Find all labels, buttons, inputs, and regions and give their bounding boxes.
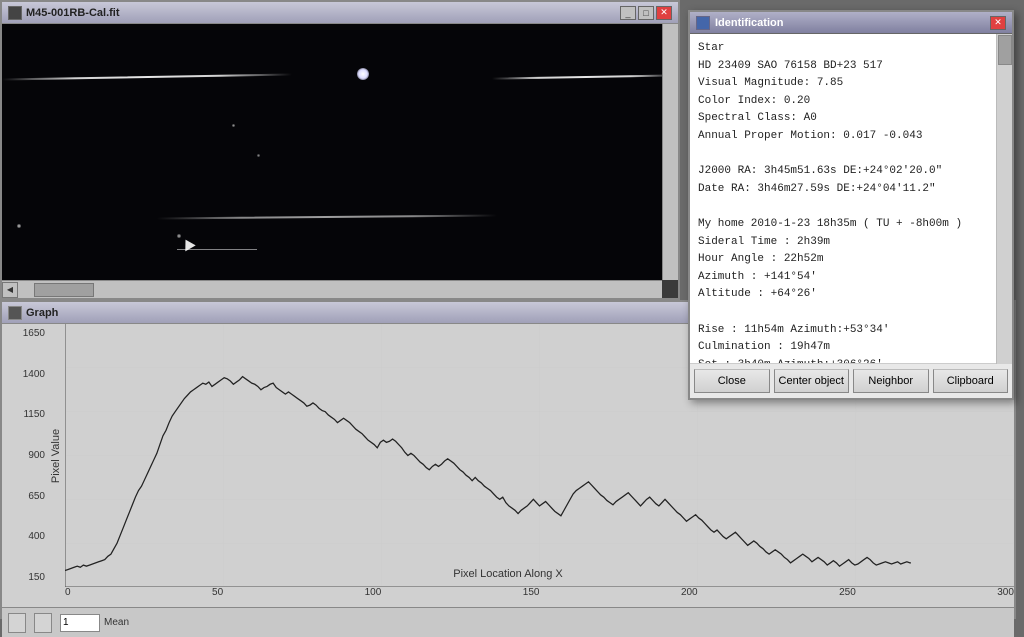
pixel-profile-line bbox=[65, 377, 911, 571]
graph-icon bbox=[8, 306, 22, 320]
scroll-thumb-horizontal[interactable] bbox=[34, 283, 94, 297]
star-small-4 bbox=[257, 154, 260, 157]
id-color-index: Color Index: 0.20 bbox=[698, 93, 1004, 111]
scrollbar-vertical[interactable] bbox=[662, 24, 678, 280]
scrollbar-horizontal[interactable]: ◀ bbox=[2, 280, 662, 298]
image-area bbox=[2, 24, 678, 280]
x-tick-50: 50 bbox=[212, 587, 223, 605]
star-small-3 bbox=[232, 124, 235, 127]
window-controls: _ □ ✕ bbox=[620, 6, 672, 20]
id-visual-magnitude: Visual Magnitude: 7.85 bbox=[698, 75, 1004, 93]
id-sideral-time: Sideral Time : 2h39m bbox=[698, 234, 1004, 252]
id-azimuth: Azimuth : +141°54' bbox=[698, 269, 1004, 287]
x-tick-300: 300 bbox=[997, 587, 1014, 605]
footer-btn-2[interactable] bbox=[34, 613, 52, 633]
id-type: Star bbox=[698, 40, 1004, 58]
y-tick-900: 900 bbox=[28, 450, 45, 461]
maximize-button[interactable]: □ bbox=[638, 6, 654, 20]
x-tick-150: 150 bbox=[523, 587, 540, 605]
id-controls: ✕ bbox=[990, 16, 1006, 30]
star-field bbox=[2, 24, 678, 280]
neighbor-button[interactable]: Neighbor bbox=[853, 369, 929, 393]
x-tick-100: 100 bbox=[365, 587, 382, 605]
id-icon bbox=[696, 16, 710, 30]
x-tick-250: 250 bbox=[839, 587, 856, 605]
id-date-ra: Date RA: 3h46m27.59s DE:+24°04'11.2" bbox=[698, 181, 1004, 199]
identification-window: Identification ✕ Star HD 23409 SAO 76158… bbox=[688, 10, 1014, 400]
id-scroll-thumb[interactable] bbox=[998, 35, 1012, 65]
id-body: Star HD 23409 SAO 76158 BD+23 517 Visual… bbox=[690, 34, 1012, 364]
id-rise: Rise : 11h54m Azimuth:+53°34' bbox=[698, 322, 1004, 340]
clipboard-button[interactable]: Clipboard bbox=[933, 369, 1009, 393]
mean-control: Mean bbox=[60, 614, 129, 632]
footer-btn-1[interactable] bbox=[8, 613, 26, 633]
y-axis-ticks: 1650 1400 1150 900 650 400 150 bbox=[2, 324, 47, 587]
streak-3 bbox=[157, 215, 497, 220]
minimize-button[interactable]: _ bbox=[620, 6, 636, 20]
id-button-row: Close Center object Neighbor Clipboard bbox=[690, 364, 1012, 398]
x-tick-0: 0 bbox=[65, 587, 71, 605]
y-axis-label-container: Pixel Value bbox=[47, 324, 65, 587]
scroll-left-btn[interactable]: ◀ bbox=[2, 282, 18, 298]
id-altitude: Altitude : +64°26' bbox=[698, 286, 1004, 304]
center-object-button[interactable]: Center object bbox=[774, 369, 850, 393]
star-small-2 bbox=[177, 234, 181, 238]
y-tick-400: 400 bbox=[28, 531, 45, 542]
close-button[interactable]: ✕ bbox=[656, 6, 672, 20]
star-small-1 bbox=[17, 224, 21, 228]
y-tick-1150: 1150 bbox=[23, 409, 45, 420]
id-home-date: My home 2010-1-23 18h35m ( TU + -8h00m ) bbox=[698, 216, 1004, 234]
id-set: Set : 3h40m Azimuth:+306°26' bbox=[698, 357, 1004, 364]
y-axis-label: Pixel Value bbox=[50, 428, 62, 482]
mean-input[interactable] bbox=[60, 614, 100, 632]
id-hour-angle: Hour Angle : 22h52m bbox=[698, 251, 1004, 269]
x-axis-ticks: 0 50 100 150 200 250 300 bbox=[65, 587, 1014, 607]
id-scrollbar[interactable] bbox=[996, 34, 1012, 364]
y-tick-1400: 1400 bbox=[23, 369, 45, 380]
x-tick-200: 200 bbox=[681, 587, 698, 605]
main-image-window: M45-001RB-Cal.fit _ □ ✕ ◀ bbox=[0, 0, 680, 300]
id-proper-motion: Annual Proper Motion: 0.017 -0.043 bbox=[698, 128, 1004, 146]
title-icon bbox=[8, 6, 22, 20]
y-tick-650: 650 bbox=[28, 491, 45, 502]
main-title: M45-001RB-Cal.fit bbox=[26, 7, 620, 19]
id-titlebar: Identification ✕ bbox=[690, 12, 1012, 34]
id-title: Identification bbox=[715, 12, 990, 34]
streak-2 bbox=[492, 74, 677, 79]
id-catalog: HD 23409 SAO 76158 BD+23 517 bbox=[698, 58, 1004, 76]
x-axis-label: Pixel Location Along X bbox=[0, 568, 1016, 580]
bright-star bbox=[357, 68, 369, 80]
main-titlebar: M45-001RB-Cal.fit _ □ ✕ bbox=[2, 2, 678, 24]
id-j2000-ra: J2000 RA: 3h45m51.63s DE:+24°02'20.0" bbox=[698, 163, 1004, 181]
graph-footer: Mean bbox=[2, 607, 1014, 637]
streak-1 bbox=[2, 73, 292, 80]
id-content-area: Star HD 23409 SAO 76158 BD+23 517 Visual… bbox=[690, 34, 1012, 364]
crosshair-horizontal bbox=[177, 249, 257, 250]
id-spectral-class: Spectral Class: A0 bbox=[698, 110, 1004, 128]
id-close-btn[interactable]: ✕ bbox=[990, 16, 1006, 30]
y-tick-1650: 1650 bbox=[23, 328, 45, 339]
close-id-button[interactable]: Close bbox=[694, 369, 770, 393]
id-culmination: Culmination : 19h47m bbox=[698, 339, 1004, 357]
